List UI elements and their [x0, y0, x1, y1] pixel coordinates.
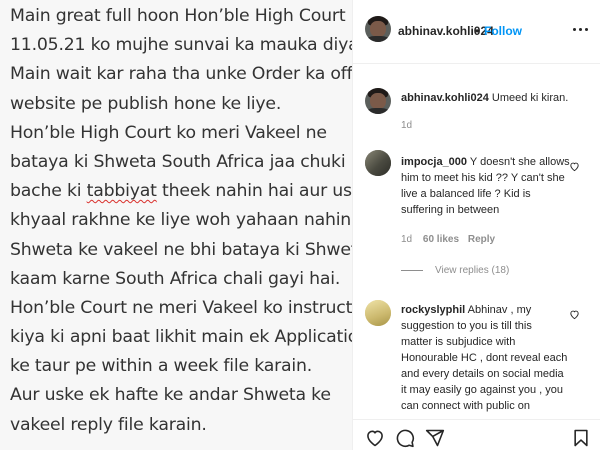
post-text-line: ke taur pe within a week file karain.: [10, 356, 313, 377]
caption-username[interactable]: abhinav.kohli024: [401, 92, 489, 104]
post-text-line: 11.05.21 ko mujhe sunvai ka mauka diya.: [10, 35, 352, 56]
post-text-line: Hon’ble High Court ko meri Vakeel ne: [10, 122, 327, 143]
comment-likes-count[interactable]: 60 likes: [423, 234, 459, 245]
comment-icon[interactable]: [395, 428, 415, 448]
comment-line: suggestion to you is till this: [401, 320, 532, 332]
view-replies-label: View replies (18): [435, 265, 510, 276]
post-actions-bar: [353, 419, 600, 451]
post-text-fragment: theek nahin hai aur uska: [156, 181, 352, 202]
bookmark-icon[interactable]: [571, 428, 591, 448]
more-dot: [585, 28, 588, 31]
commenter-avatar[interactable]: [365, 150, 391, 176]
comment-like-heart-icon[interactable]: [569, 161, 580, 172]
post-text-line: vakeel reply file karain.: [10, 414, 207, 435]
avatar-face: [370, 20, 386, 37]
comment-text-block: impocja_000 Y doesn't she allows him to …: [401, 154, 579, 218]
commenter-username[interactable]: impocja_000: [401, 156, 467, 168]
comment-line: live a balanced life ? Kid is: [401, 188, 531, 200]
post-text-line: khyaal rakhne ke liye woh yahaan nahin h…: [10, 210, 352, 231]
view-replies-line: [401, 269, 423, 271]
post-text-content: Main great full hoon Hon’ble High Court …: [10, 2, 352, 440]
post-text-line: Shweta ke vakeel ne bhi bataya ki Shweta: [10, 239, 352, 260]
author-avatar[interactable]: [365, 16, 391, 42]
commenter-username[interactable]: rockyslyphil: [401, 304, 465, 316]
post-text-line: website pe publish hone ke liye.: [10, 93, 282, 114]
comments-section[interactable]: abhinav.kohli024 Umeed ki kiran. 1d impo…: [353, 64, 600, 419]
avatar-photo: [365, 150, 391, 176]
post-text-line: Hon’ble Court ne meri Vakeel ko instruct: [10, 297, 352, 318]
avatar-body: [366, 36, 390, 42]
comment-line: it may easily go against you , you: [401, 384, 564, 396]
post-text-line: Aur uske ek hafte ke andar Shweta ke: [10, 385, 331, 406]
comment-text: Y doesn't she allows: [469, 156, 570, 168]
more-dot: [579, 28, 582, 31]
spellcheck-underlined-word: tabbiyat: [86, 181, 157, 202]
post-image: Main great full hoon Hon’ble High Court …: [0, 0, 352, 450]
caption-timestamp: 1d: [401, 120, 413, 131]
avatar-photo: [365, 300, 391, 326]
post-text-line: bataya ki Shweta South Africa jaa chuki …: [10, 151, 352, 172]
comment-line: suffering in between: [401, 204, 500, 216]
post-text-line: kaam karne South Africa chali gayi hai.: [10, 268, 341, 289]
caption-text: Umeed ki kiran.: [491, 92, 569, 104]
avatar-face: [370, 92, 386, 109]
comment-line: him to meet his kid ?? Y can't she: [401, 172, 565, 184]
post-text-line: Main great full hoon Hon’ble High Court …: [10, 6, 352, 26]
more-options-icon[interactable]: [571, 22, 591, 38]
comment-line: Honourable HC , dont reveal each: [401, 352, 568, 364]
caption-avatar[interactable]: [365, 88, 391, 114]
comment-line: matter is subjudice with: [401, 336, 516, 348]
post-header: abhinav.kohli024 • Follow: [353, 0, 600, 64]
comment-line: impocja_000 Y doesn't she allows: [401, 154, 579, 170]
avatar-body: [366, 108, 390, 114]
post-text-fragment: bache ki: [10, 181, 87, 202]
comment-timestamp: 1d: [401, 234, 413, 245]
follow-button[interactable]: Follow: [484, 24, 522, 38]
post-text-line: kiya ki apni baat likhit main ek Applica…: [10, 327, 352, 348]
author-username[interactable]: abhinav.kohli024: [398, 24, 494, 38]
post-text-line-spellcheck: bache ki tabbiyat theek nahin hai aur us…: [10, 177, 352, 206]
comment-line: can connect with public on: [401, 400, 531, 412]
paper-plane-icon[interactable]: [425, 428, 445, 448]
commenter-avatar[interactable]: [365, 300, 391, 326]
separator-dot: •: [475, 24, 480, 38]
comment-like-heart-icon[interactable]: [569, 309, 580, 320]
post-side-panel: abhinav.kohli024 • Follow abhinav.kohli0…: [352, 0, 600, 450]
heart-icon[interactable]: [365, 428, 385, 448]
caption-text-block: abhinav.kohli024 Umeed ki kiran.: [401, 90, 591, 106]
view-replies-button[interactable]: View replies (18): [401, 265, 509, 276]
comment-line: and every details on social media: [401, 368, 564, 380]
comment-text-block: rockyslyphil Abhinav , my suggestion to …: [401, 302, 581, 414]
post-text-line: Main wait kar raha tha unke Order ka off…: [10, 64, 352, 85]
comment-meta: 1d 60 likes Reply: [401, 234, 495, 245]
reply-button[interactable]: Reply: [468, 234, 495, 245]
comment-text: Abhinav , my: [467, 304, 532, 316]
more-dot: [573, 28, 576, 31]
comment-line: rockyslyphil Abhinav , my: [401, 302, 581, 318]
